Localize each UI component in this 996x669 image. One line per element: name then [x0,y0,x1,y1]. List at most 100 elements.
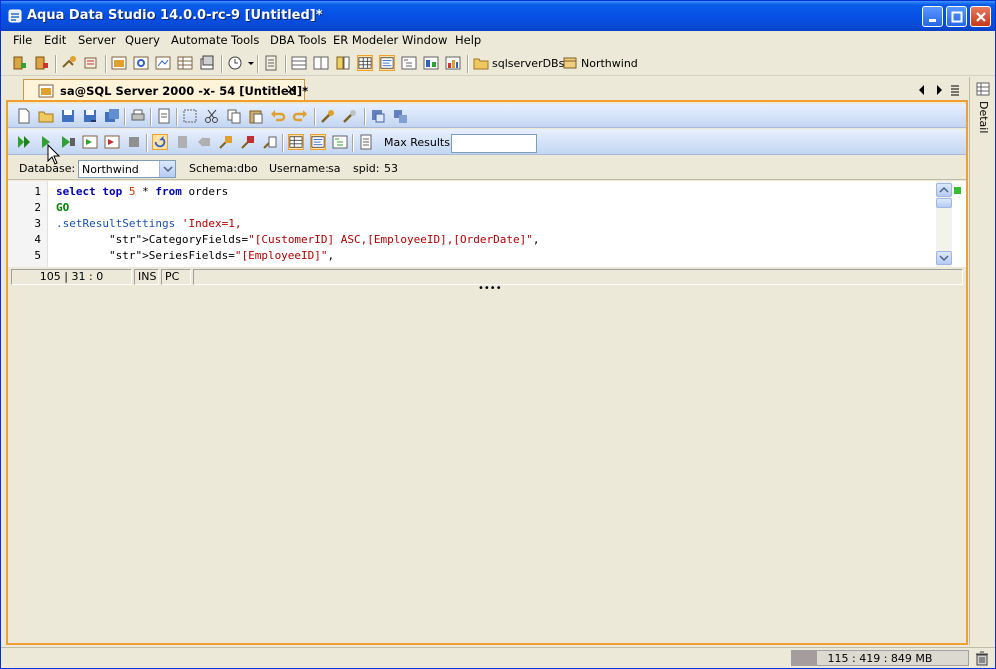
parameters-icon[interactable] [262,134,278,150]
menu-query[interactable]: Query [125,33,160,47]
menu-help[interactable]: Help [455,33,481,47]
menu-automate[interactable]: Automate [171,33,228,47]
auto-commit-icon[interactable] [152,134,168,150]
close-button[interactable] [970,6,991,27]
syntax-ok-indicator [954,187,961,194]
register-server-icon[interactable] [11,55,27,71]
toolbar-separator [105,55,107,73]
results-tree-icon[interactable] [401,55,417,71]
page-setup-icon[interactable] [156,108,172,124]
scroll-down-button[interactable] [936,251,952,265]
connection-info-bar: Database: Northwind Schema: dbo Username… [8,156,966,180]
scroll-thumb[interactable] [936,198,952,208]
menu-er-modeler[interactable]: ER Modeler [333,33,398,47]
format-sql-icon[interactable] [370,108,386,124]
results-tree-icon[interactable] [332,134,348,150]
new-file-icon[interactable] [16,108,32,124]
results-grid-icon[interactable] [288,134,304,150]
insert-mode[interactable]: INS [134,269,159,285]
query-analyzer-icon[interactable] [133,55,149,71]
save-as-icon[interactable] [82,108,98,124]
execute-plan-icon[interactable] [82,134,98,150]
redo-icon[interactable] [292,108,308,124]
unregister-server-icon[interactable] [33,55,49,71]
scroll-up-button[interactable] [936,183,952,197]
execute-plan-icon[interactable] [155,55,171,71]
title-bar[interactable]: Aqua Data Studio 14.0.0-rc-9 [Untitled]* [1,1,995,31]
chevron-down-icon[interactable] [247,55,255,71]
execute-to-file-icon[interactable] [104,134,120,150]
open-file-icon[interactable] [38,108,54,124]
server-group-label[interactable]: sqlserverDBs [492,57,564,70]
detail-tab[interactable]: Detail [977,101,990,133]
menu-server[interactable]: Server [78,33,116,47]
find-icon[interactable] [320,108,336,124]
compare-icon[interactable] [392,108,408,124]
database-select[interactable]: Northwind [78,160,176,178]
rollback-icon[interactable] [196,134,212,150]
grid-view-icon[interactable] [291,55,307,71]
execute-current-icon[interactable] [60,134,76,150]
execute-all-icon[interactable] [16,134,32,150]
results-chart-icon[interactable] [445,55,461,71]
results-grid-icon[interactable] [357,55,373,71]
query-window-icon [38,84,54,98]
toolbar-separator [467,55,469,73]
print-icon[interactable] [130,108,146,124]
minimize-button[interactable] [922,6,943,27]
memory-gauge[interactable]: 115 : 419 : 849 MB [791,650,969,666]
stop-icon[interactable] [126,134,142,150]
spid-value: 53 [384,162,398,175]
maximize-button[interactable] [946,6,967,27]
sql-editor[interactable]: 1 2 3 4 5 select top 5 * from orders GO … [8,181,966,267]
app-status-bar: 115 : 419 : 849 MB [1,647,995,668]
select-all-icon[interactable] [182,108,198,124]
replace-icon[interactable] [342,108,358,124]
line-number: 1 [34,185,41,198]
max-results-input[interactable] [451,134,537,153]
menu-dba-tools[interactable]: DBA Tools [270,33,327,47]
save-all-icon[interactable] [104,108,120,124]
statistics-icon[interactable] [240,134,256,150]
commit-icon[interactable] [174,134,190,150]
vertical-scrollbar[interactable] [936,181,952,267]
connect-icon[interactable] [61,55,77,71]
save-icon[interactable] [60,108,76,124]
explain-icon[interactable] [218,134,234,150]
toolbar-separator [285,55,287,73]
window-title: Aqua Data Studio 14.0.0-rc-9 [Untitled]* [27,8,323,23]
line-number: 3 [34,217,41,230]
toolbar-separator [124,108,126,126]
tile-view-icon[interactable] [335,55,351,71]
splitter-handle[interactable]: •••• [478,284,502,294]
menu-edit[interactable]: Edit [44,33,66,47]
table-data-icon[interactable] [177,55,193,71]
line-number: 4 [34,233,41,246]
results-text-icon[interactable] [310,134,326,150]
tab-query-window[interactable]: sa@SQL Server 2000 -x- 54 [Untitled]* ✕ [23,79,309,101]
trash-icon[interactable] [975,651,989,666]
menu-window[interactable]: Window [402,33,447,47]
line-ending[interactable]: PC [161,269,191,285]
database-label[interactable]: Northwind [581,57,638,70]
results-text-icon[interactable] [379,55,395,71]
menu-file[interactable]: File [13,33,32,47]
cut-icon[interactable] [204,108,220,124]
database-select-value: Northwind [82,163,139,176]
panel-grid-icon[interactable] [976,82,990,96]
menu-tools[interactable]: Tools [231,33,259,47]
results-pivot-icon[interactable] [423,55,439,71]
tab-close-button[interactable]: ✕ [286,83,297,98]
undo-icon[interactable] [270,108,286,124]
disconnect-icon[interactable] [83,55,99,71]
split-view-icon[interactable] [313,55,329,71]
toolbar-separator [364,108,366,126]
query-window-icon[interactable] [111,55,127,71]
copy-icon[interactable] [226,108,242,124]
schema-script-icon[interactable] [199,55,215,71]
tab-label: sa@SQL Server 2000 -x- 54 [Untitled]* [60,84,309,98]
history-icon[interactable] [227,55,243,71]
chevron-down-icon[interactable] [159,161,175,177]
paste-icon[interactable] [248,108,264,124]
er-diagram-icon[interactable] [263,55,279,71]
